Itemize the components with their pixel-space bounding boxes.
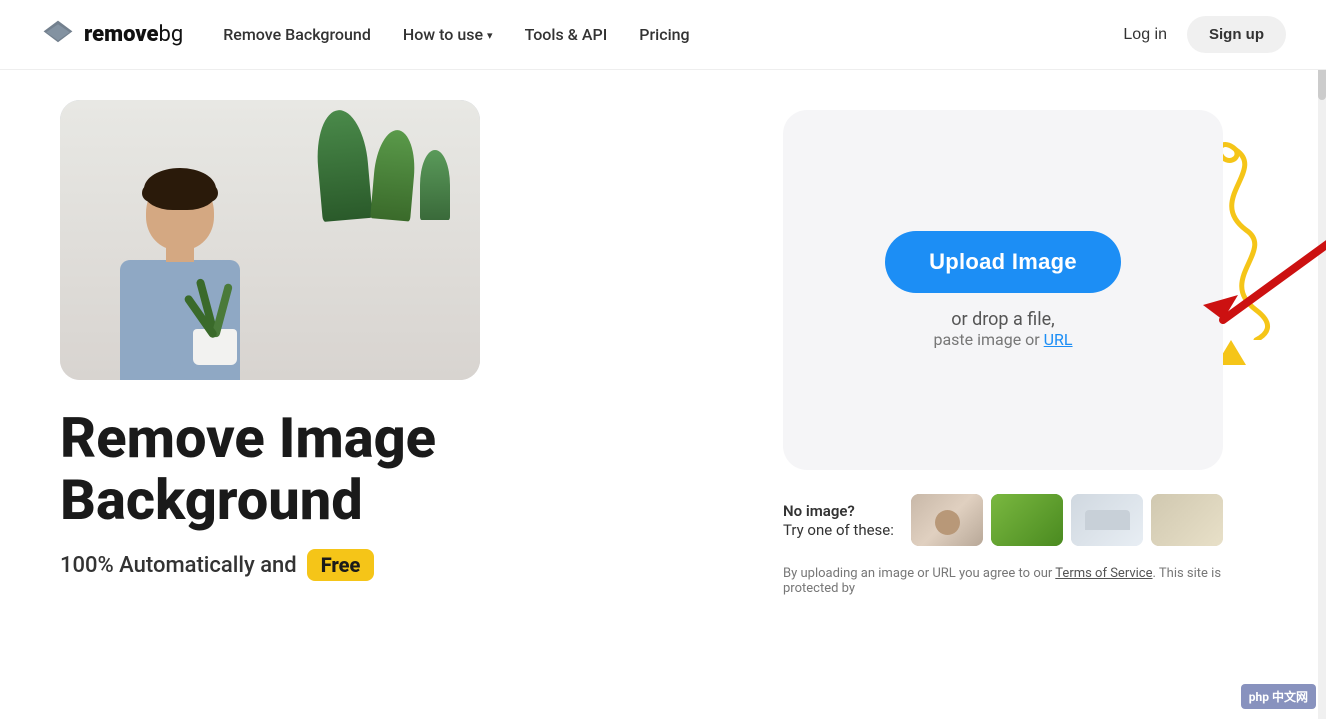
- no-image-label: No image? Try one of these:: [783, 501, 899, 539]
- nav-remove-background[interactable]: Remove Background: [223, 25, 371, 44]
- php-badge: php 中文网: [1241, 684, 1316, 709]
- tos-text: By uploading an image or URL you agree t…: [783, 566, 1223, 596]
- scrollbar[interactable]: [1318, 0, 1326, 719]
- signup-button[interactable]: Sign up: [1187, 16, 1286, 53]
- nav-links: Remove Background How to use ▾ Tools & A…: [223, 25, 1123, 44]
- logo-text: removebg: [84, 22, 183, 47]
- url-link[interactable]: URL: [1044, 330, 1073, 349]
- chevron-down-icon: ▾: [487, 29, 493, 42]
- tos-link[interactable]: Terms of Service: [1055, 566, 1152, 581]
- arrow-decoration: [1143, 230, 1326, 350]
- right-side: Upload Image or drop a file, paste image…: [740, 100, 1266, 596]
- sample-images: [911, 494, 1223, 546]
- sample-row: No image? Try one of these:: [783, 494, 1223, 546]
- tos-area: By uploading an image or URL you agree t…: [783, 566, 1223, 596]
- drop-text: or drop a file,: [933, 309, 1072, 330]
- login-button[interactable]: Log in: [1123, 26, 1167, 44]
- logo-icon: [40, 17, 76, 53]
- free-badge: Free: [307, 549, 375, 581]
- hero-image: [60, 100, 480, 380]
- sample-image-4[interactable]: [1151, 494, 1223, 546]
- nav-tools-api[interactable]: Tools & API: [525, 25, 608, 44]
- drop-sub: paste image or URL: [933, 330, 1072, 349]
- hero-headline: Remove Image Background: [60, 408, 680, 531]
- nav-right: Log in Sign up: [1123, 16, 1286, 53]
- sample-image-2[interactable]: [991, 494, 1063, 546]
- nav-pricing[interactable]: Pricing: [639, 25, 689, 44]
- sample-image-1[interactable]: [911, 494, 983, 546]
- hero-subtext: 100% Automatically and Free: [60, 549, 680, 581]
- logo[interactable]: removebg: [40, 17, 183, 53]
- navbar: removebg Remove Background How to use ▾ …: [0, 0, 1326, 70]
- left-side: Remove Image Background 100% Automatical…: [60, 100, 680, 581]
- nav-how-to-use[interactable]: How to use ▾: [403, 25, 493, 44]
- main-content: Remove Image Background 100% Automatical…: [0, 70, 1326, 636]
- drop-text-area: or drop a file, paste image or URL: [933, 309, 1072, 349]
- upload-card: Upload Image or drop a file, paste image…: [783, 110, 1223, 470]
- sample-image-3[interactable]: [1071, 494, 1143, 546]
- upload-image-button[interactable]: Upload Image: [885, 231, 1121, 293]
